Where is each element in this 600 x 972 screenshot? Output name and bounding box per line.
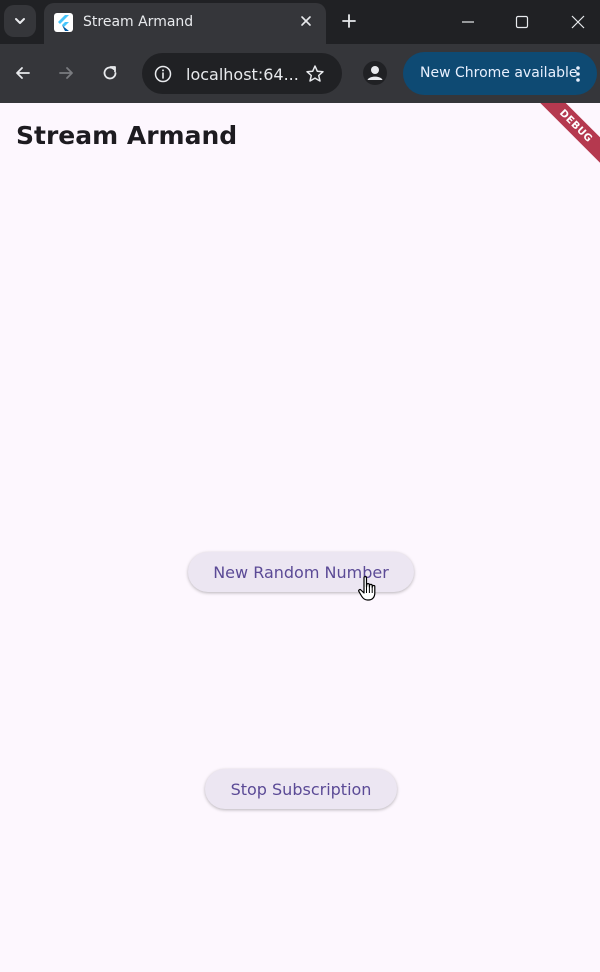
chrome-update-label: New Chrome available	[420, 65, 578, 81]
back-button[interactable]	[8, 58, 38, 88]
minimize-button[interactable]	[440, 0, 496, 44]
debug-banner: DEBUG	[527, 103, 600, 175]
address-bar[interactable]: localhost:64...	[142, 53, 342, 94]
close-icon	[301, 16, 311, 26]
tab-title: Stream Armand	[83, 14, 194, 30]
chrome-update-button[interactable]: New Chrome available	[403, 52, 597, 95]
profile-button[interactable]	[360, 58, 390, 88]
reload-button[interactable]	[95, 58, 125, 88]
close-icon	[571, 15, 585, 29]
window-close-button[interactable]	[550, 0, 600, 44]
flutter-logo-icon	[54, 13, 73, 32]
star-icon[interactable]	[302, 61, 328, 87]
info-icon[interactable]	[150, 61, 176, 87]
stop-subscription-button[interactable]: Stop Subscription	[205, 769, 397, 809]
arrow-right-icon	[59, 67, 73, 79]
maximize-icon	[515, 15, 529, 29]
maximize-button[interactable]	[494, 0, 550, 44]
forward-button[interactable]	[51, 58, 81, 88]
debug-banner-label: DEBUG	[557, 107, 595, 145]
tab-search-button[interactable]	[4, 5, 36, 37]
arrow-left-icon	[16, 67, 30, 79]
hand-pointer-icon	[358, 576, 376, 601]
browser-tab[interactable]: Stream Armand	[44, 3, 326, 44]
minimize-icon	[462, 21, 474, 23]
plus-icon	[342, 14, 356, 28]
tab-close-button[interactable]	[296, 11, 316, 31]
app-viewport: Stream Armand DEBUG New Random Number St…	[0, 103, 600, 972]
person-icon	[363, 61, 387, 85]
browser-toolbar: localhost:64... New Chrome available	[0, 44, 600, 103]
reload-icon	[103, 66, 117, 80]
browser-title-bar: Stream Armand	[0, 0, 600, 44]
app-bar-title: Stream Armand	[16, 121, 238, 150]
stop-subscription-label: Stop Subscription	[230, 779, 372, 799]
more-vert-icon[interactable]	[569, 62, 587, 86]
new-tab-button[interactable]	[335, 7, 363, 35]
chevron-down-icon	[15, 18, 25, 24]
url-text[interactable]: localhost:64...	[186, 65, 299, 84]
